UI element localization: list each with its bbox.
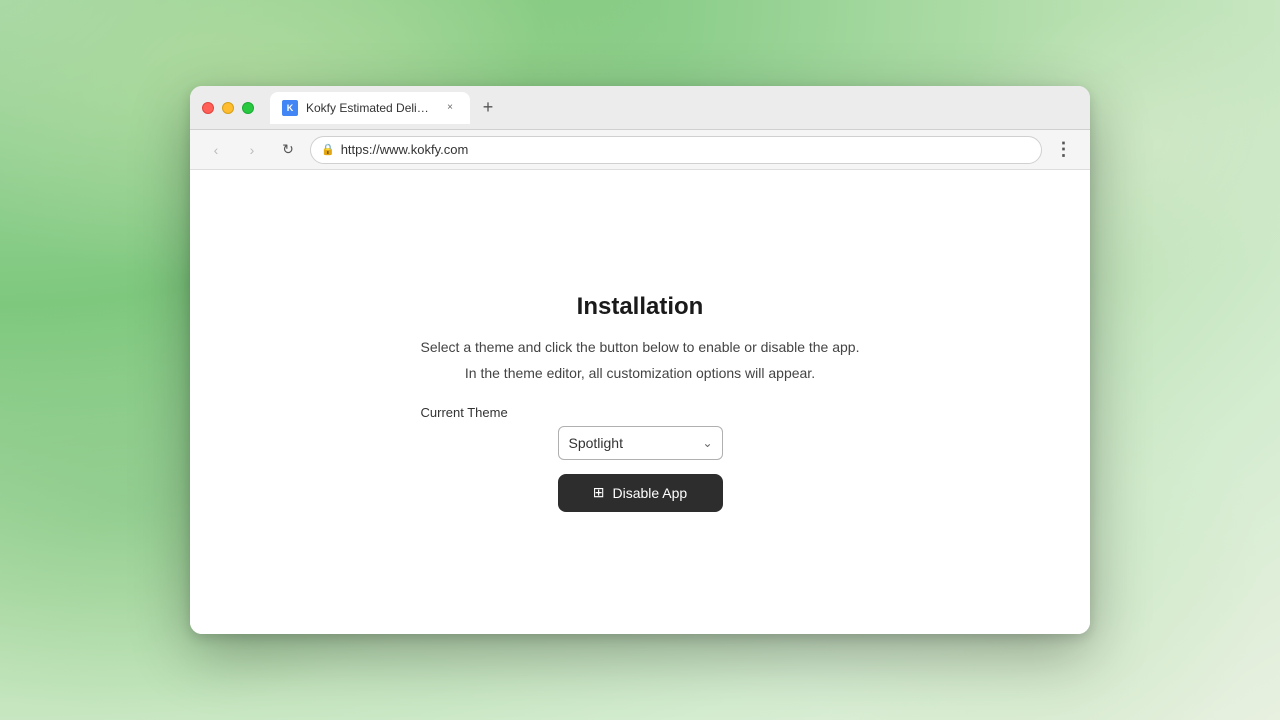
address-bar[interactable]: 🔒 https://www.kokfy.com xyxy=(310,136,1042,164)
maximize-button[interactable] xyxy=(242,102,254,114)
description-1: Select a theme and click the button belo… xyxy=(421,339,860,355)
theme-select[interactable]: Spotlight Dawn Debut Brooklyn xyxy=(558,426,723,460)
reload-button[interactable]: ↻ xyxy=(274,136,302,164)
page-title: Installation xyxy=(577,293,704,321)
address-text: https://www.kokfy.com xyxy=(341,142,469,157)
browser-window: K Kokfy Estimated Delivery × + ‹ › ↻ 🔒 h… xyxy=(190,86,1090,634)
active-tab[interactable]: K Kokfy Estimated Delivery × xyxy=(270,92,470,124)
tab-close-button[interactable]: × xyxy=(442,100,458,116)
theme-label: Current Theme xyxy=(421,405,860,420)
tab-bar: K Kokfy Estimated Delivery × + xyxy=(270,92,1078,124)
minimize-button[interactable] xyxy=(222,102,234,114)
nav-bar: ‹ › ↻ 🔒 https://www.kokfy.com ⋮ xyxy=(190,130,1090,170)
tab-title: Kokfy Estimated Delivery xyxy=(306,101,434,115)
disable-button-label: Disable App xyxy=(613,485,688,501)
back-button[interactable]: ‹ xyxy=(202,136,230,164)
title-bar: K Kokfy Estimated Delivery × + xyxy=(190,86,1090,130)
installation-card: Installation Select a theme and click th… xyxy=(421,293,860,512)
new-tab-button[interactable]: + xyxy=(474,94,502,122)
traffic-lights xyxy=(202,102,254,114)
external-link-icon: ⊞ xyxy=(593,484,605,501)
page-content: Installation Select a theme and click th… xyxy=(190,170,1090,634)
tab-favicon: K xyxy=(282,100,298,116)
lock-icon: 🔒 xyxy=(321,143,335,156)
theme-select-wrapper: Spotlight Dawn Debut Brooklyn ⌄ xyxy=(558,426,723,460)
description-2: In the theme editor, all customization o… xyxy=(465,365,815,381)
disable-app-button[interactable]: ⊞ Disable App xyxy=(558,474,723,512)
forward-button[interactable]: › xyxy=(238,136,266,164)
close-button[interactable] xyxy=(202,102,214,114)
browser-menu-button[interactable]: ⋮ xyxy=(1050,136,1078,164)
